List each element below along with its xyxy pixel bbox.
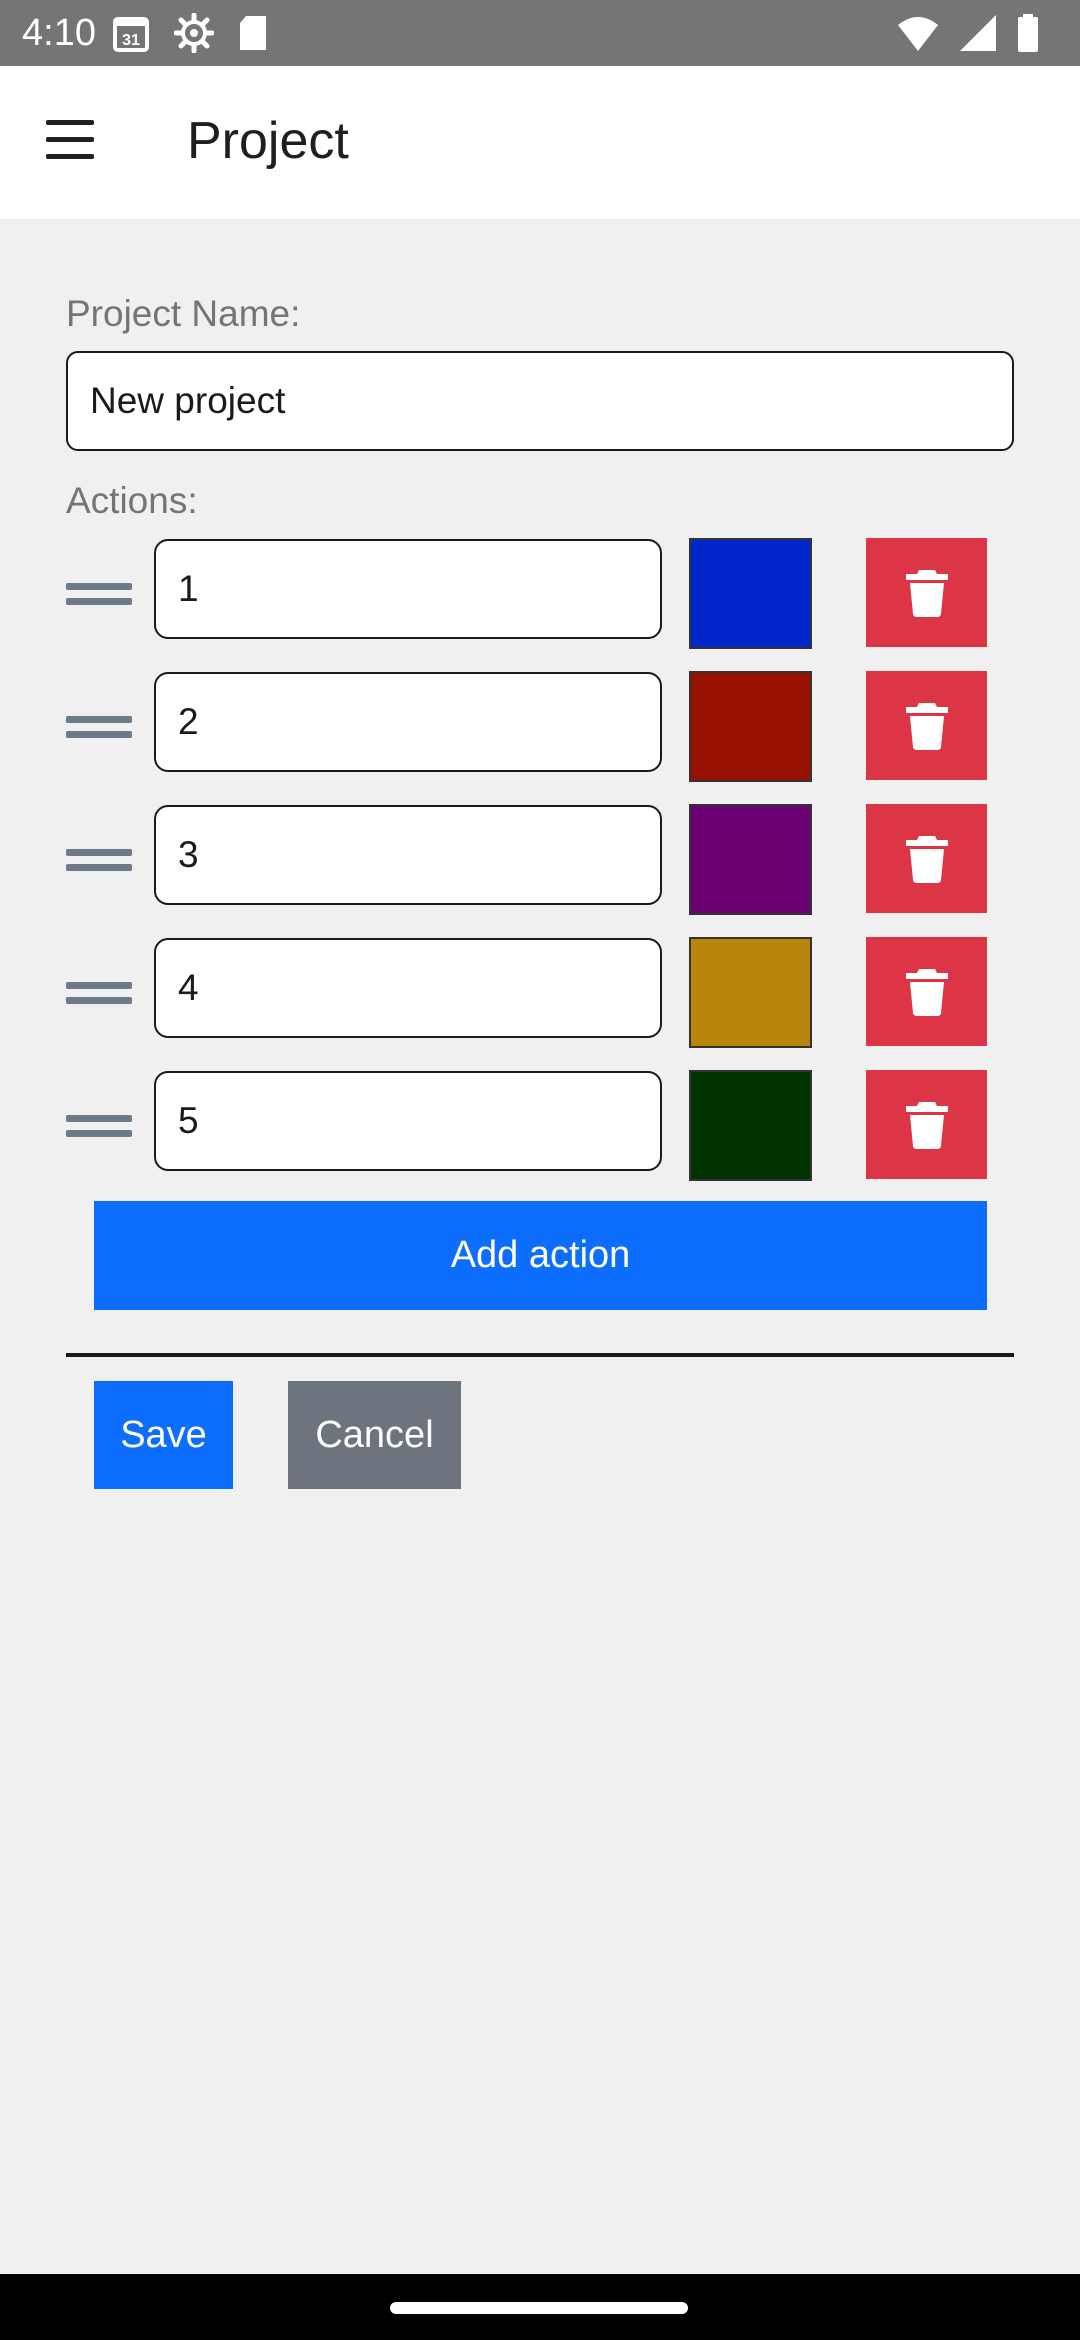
action-row: 2	[0, 671, 1080, 782]
settings-icon	[174, 13, 214, 53]
divider	[66, 1353, 1014, 1357]
page-title: Project	[187, 112, 349, 170]
actions-label: Actions:	[66, 480, 198, 521]
trash-icon	[905, 1101, 948, 1149]
trash-icon	[905, 968, 948, 1016]
delete-action-button[interactable]	[866, 937, 987, 1046]
trash-icon	[905, 569, 948, 617]
signal-icon	[958, 13, 998, 53]
wifi-icon	[896, 13, 940, 53]
drag-handle-icon[interactable]	[66, 712, 132, 742]
action-input[interactable]: 3	[154, 805, 662, 905]
action-row: 5	[0, 1070, 1080, 1181]
action-color-swatch[interactable]	[689, 538, 812, 649]
project-name-label: Project Name:	[66, 293, 301, 334]
app-bar: Project	[0, 66, 1080, 219]
action-input[interactable]: 4	[154, 938, 662, 1038]
cancel-button[interactable]: Cancel	[288, 1381, 461, 1489]
home-indicator[interactable]	[390, 2302, 688, 2314]
action-row: 1	[0, 538, 1080, 649]
calendar-icon: 31	[112, 13, 152, 53]
drag-handle-icon[interactable]	[66, 1111, 132, 1141]
trash-icon	[905, 835, 948, 883]
delete-action-button[interactable]	[866, 1070, 987, 1179]
add-action-button[interactable]: Add action	[94, 1201, 987, 1310]
drag-handle-icon[interactable]	[66, 579, 132, 609]
drag-handle-icon[interactable]	[66, 978, 132, 1008]
menu-button[interactable]	[44, 118, 98, 162]
status-bar: 4:10 31	[0, 0, 1080, 66]
project-name-input[interactable]: New project	[66, 351, 1014, 451]
action-row: 4	[0, 937, 1080, 1048]
action-input[interactable]: 5	[154, 1071, 662, 1171]
drag-handle-icon[interactable]	[66, 845, 132, 875]
status-icons-right	[896, 13, 1040, 53]
trash-icon	[905, 702, 948, 750]
save-button[interactable]: Save	[94, 1381, 233, 1489]
action-row: 3	[0, 804, 1080, 915]
delete-action-button[interactable]	[866, 671, 987, 780]
calendar-day: 31	[122, 32, 140, 49]
delete-action-button[interactable]	[866, 538, 987, 647]
action-input[interactable]: 1	[154, 539, 662, 639]
battery-icon	[1016, 13, 1040, 53]
action-color-swatch[interactable]	[689, 1070, 812, 1181]
status-icons-left: 31	[112, 13, 270, 53]
delete-action-button[interactable]	[866, 804, 987, 913]
action-color-swatch[interactable]	[689, 671, 812, 782]
status-time: 4:10	[22, 12, 96, 54]
action-input[interactable]: 2	[154, 672, 662, 772]
sd-card-icon	[236, 13, 270, 53]
action-color-swatch[interactable]	[689, 804, 812, 915]
action-color-swatch[interactable]	[689, 937, 812, 1048]
